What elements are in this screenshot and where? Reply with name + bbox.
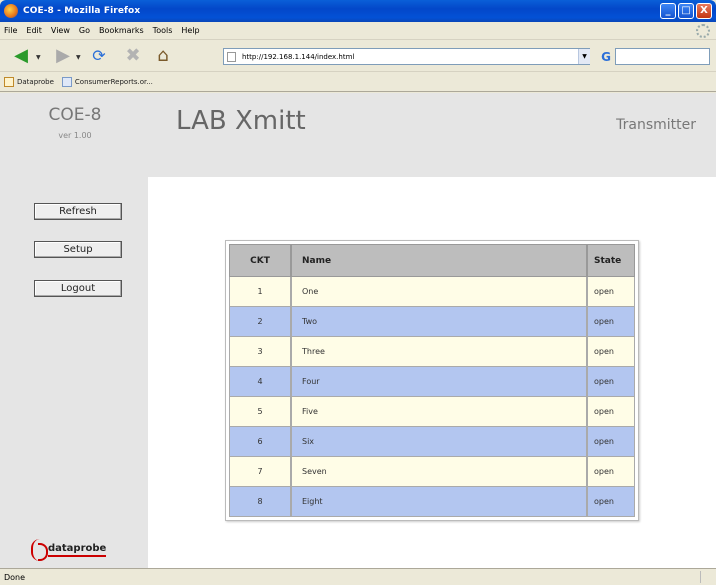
reload-icon[interactable]: ⟳ (88, 45, 110, 67)
bookmarks-toolbar: Dataprobe ConsumerReports.or... (0, 72, 716, 92)
column-header-state: State (587, 244, 635, 277)
table-row: 3 Three open (229, 337, 635, 367)
cell-state: open (587, 277, 635, 307)
url-text: http://192.168.1.144/index.html (242, 52, 355, 61)
table-row: 6 Six open (229, 427, 635, 457)
page-subtitle: Transmitter (616, 117, 696, 133)
cell-name: Seven (291, 457, 587, 487)
status-bar: Done (0, 568, 716, 585)
resize-grip-icon[interactable] (700, 571, 712, 583)
url-dropdown-icon[interactable]: ▼ (578, 49, 590, 64)
column-header-ckt: CKT (229, 244, 291, 277)
url-input[interactable]: http://192.168.1.144/index.html (223, 48, 590, 65)
maximize-button[interactable]: □ (678, 3, 694, 19)
menu-bookmarks[interactable]: Bookmarks (99, 26, 144, 35)
bookmark-label: Dataprobe (17, 77, 54, 86)
cell-state: open (587, 487, 635, 517)
cell-ckt: 2 (229, 307, 291, 337)
cell-name: One (291, 277, 587, 307)
cell-state: open (587, 367, 635, 397)
search-input[interactable] (615, 48, 710, 65)
firefox-icon (4, 4, 18, 18)
cell-state: open (587, 397, 635, 427)
cell-ckt: 3 (229, 337, 291, 367)
page-header: COE-8 ver 1.00 LAB Xmitt Transmitter (0, 93, 716, 177)
cell-name: Three (291, 337, 587, 367)
table-row: 1 One open (229, 277, 635, 307)
page-viewport: COE-8 ver 1.00 LAB Xmitt Transmitter Ref… (0, 93, 716, 568)
table-row: 5 Five open (229, 397, 635, 427)
dataprobe-logo: dataprobe (31, 539, 107, 561)
bookmark-consumerreports[interactable]: ConsumerReports.or... (61, 76, 153, 87)
window-title-bar: COE-8 - Mozilla Firefox _ □ X (0, 0, 716, 22)
cell-ckt: 6 (229, 427, 291, 457)
home-icon[interactable]: ⌂ (152, 45, 174, 67)
menu-file[interactable]: File (4, 26, 17, 35)
navigation-toolbar: ◀ ▼ ▶ ▼ ⟳ ✖ ⌂ http://192.168.1.144/index… (0, 40, 716, 72)
forward-arrow-icon[interactable]: ▶ (52, 45, 74, 67)
page-title: LAB Xmitt (176, 106, 306, 136)
menu-bar: File Edit View Go Bookmarks Tools Help (0, 22, 716, 40)
page-icon (61, 76, 72, 87)
menu-view[interactable]: View (51, 26, 70, 35)
close-button[interactable]: X (696, 3, 712, 19)
menu-go[interactable]: Go (79, 26, 90, 35)
circuit-table: CKT Name State 1 One open 2 Two open 3 T… (225, 240, 639, 521)
table-row: 4 Four open (229, 367, 635, 397)
logo-mark-icon (31, 539, 48, 561)
logout-button[interactable]: Logout (34, 280, 122, 297)
table-row: 8 Eight open (229, 487, 635, 517)
forward-dropdown-icon[interactable]: ▼ (76, 54, 81, 61)
cell-name: Four (291, 367, 587, 397)
device-name: COE-8 (48, 105, 102, 125)
status-text: Done (4, 572, 26, 582)
stop-icon[interactable]: ✖ (122, 45, 144, 67)
menu-tools[interactable]: Tools (153, 26, 173, 35)
table-row: 2 Two open (229, 307, 635, 337)
page-icon (227, 52, 236, 62)
window-controls: _ □ X (660, 3, 712, 19)
setup-button[interactable]: Setup (34, 241, 122, 258)
cell-ckt: 5 (229, 397, 291, 427)
menu-help[interactable]: Help (181, 26, 199, 35)
back-dropdown-icon[interactable]: ▼ (36, 54, 41, 61)
cell-ckt: 4 (229, 367, 291, 397)
cell-state: open (587, 427, 635, 457)
bookmark-icon (4, 76, 14, 87)
minimize-button[interactable]: _ (660, 3, 676, 19)
bookmark-label: ConsumerReports.or... (74, 77, 153, 86)
cell-state: open (587, 307, 635, 337)
cell-state: open (587, 457, 635, 487)
cell-ckt: 7 (229, 457, 291, 487)
bookmark-dataprobe[interactable]: Dataprobe (4, 76, 54, 87)
cell-name: Six (291, 427, 587, 457)
cell-name: Two (291, 307, 587, 337)
cell-ckt: 1 (229, 277, 291, 307)
refresh-button[interactable]: Refresh (34, 203, 122, 220)
menu-edit[interactable]: Edit (26, 26, 42, 35)
throbber-icon (696, 24, 710, 38)
version-label: ver 1.00 (58, 131, 92, 140)
cell-ckt: 8 (229, 487, 291, 517)
column-header-name: Name (291, 244, 587, 277)
window-title: COE-8 - Mozilla Firefox (23, 6, 141, 16)
logo-text: dataprobe (48, 543, 107, 557)
table-header-row: CKT Name State (229, 244, 635, 277)
cell-name: Five (291, 397, 587, 427)
table-row: 7 Seven open (229, 457, 635, 487)
cell-name: Eight (291, 487, 587, 517)
go-icon[interactable]: G (597, 48, 615, 65)
sidebar: Refresh Setup Logout (0, 177, 148, 568)
cell-state: open (587, 337, 635, 367)
back-arrow-icon[interactable]: ◀ (10, 45, 32, 67)
